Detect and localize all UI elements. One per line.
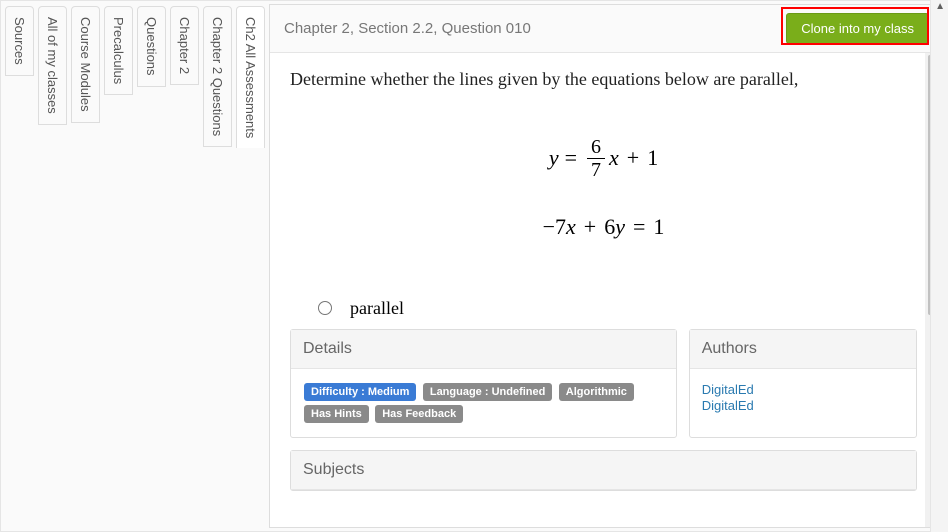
author-link-1[interactable]: DigitalEd xyxy=(702,382,904,397)
eq1-const: 1 xyxy=(647,144,658,173)
tab-chapter-2[interactable]: Chapter 2 xyxy=(170,6,199,85)
breadcrumb-tabs: Sources All of my classes Course Modules… xyxy=(1,1,269,531)
question-title: Chapter 2, Section 2.2, Question 010 xyxy=(284,20,531,37)
tab-ch2-all-assessments[interactable]: Ch2 All Assessments xyxy=(236,6,265,148)
details-body: Difficulty : Medium Language : Undefined… xyxy=(291,369,676,437)
eq2-op1: + xyxy=(584,213,596,242)
content-area: Chapter 2, Section 2.2, Question 010 Clo… xyxy=(269,4,944,528)
tab-sources[interactable]: Sources xyxy=(5,6,34,76)
eq2-lhs-var: x xyxy=(566,213,576,242)
eq2-mid-coef: 6 xyxy=(604,213,615,242)
eq1-num: 6 xyxy=(587,136,605,159)
tab-course-modules[interactable]: Course Modules xyxy=(71,6,100,123)
badge-feedback: Has Feedback xyxy=(375,405,463,423)
badge-hints: Has Hints xyxy=(304,405,369,423)
eq2-mid-var: y xyxy=(615,213,625,242)
equation-1: y = 6 7 x + 1 xyxy=(290,130,917,187)
tab-chapter-2-questions[interactable]: Chapter 2 Questions xyxy=(203,6,232,147)
eq2-rhs: 1 xyxy=(653,213,664,242)
question-header: Chapter 2, Section 2.2, Question 010 Clo… xyxy=(270,5,943,53)
eq1-lhs: y xyxy=(549,144,559,173)
answer-option-parallel[interactable]: parallel xyxy=(318,298,917,319)
tab-questions[interactable]: Questions xyxy=(137,6,166,87)
scroll-up-arrow-icon[interactable]: ▲ xyxy=(935,1,945,12)
authors-body: DigitalEd DigitalEd xyxy=(690,369,916,426)
eq1-op: + xyxy=(627,144,639,173)
eq1-var: x xyxy=(609,144,619,173)
tab-precalculus[interactable]: Precalculus xyxy=(104,6,133,95)
radio-parallel[interactable] xyxy=(318,301,332,315)
badge-difficulty: Difficulty : Medium xyxy=(304,383,416,401)
authors-panel: Authors DigitalEd DigitalEd xyxy=(689,329,917,438)
equation-2: −7 x + 6 y = 1 xyxy=(290,207,917,248)
details-header: Details xyxy=(291,330,676,369)
badge-language: Language : Undefined xyxy=(423,383,553,401)
eq1-fraction: 6 7 xyxy=(587,136,605,181)
question-prompt: Determine whether the lines given by the… xyxy=(290,69,917,90)
clone-into-class-button[interactable]: Clone into my class xyxy=(786,13,929,44)
eq2-eq: = xyxy=(633,213,645,242)
eq2-lhs-coef: −7 xyxy=(543,213,566,242)
tab-all-my-classes[interactable]: All of my classes xyxy=(38,6,67,125)
main-container: Sources All of my classes Course Modules… xyxy=(0,0,948,532)
subjects-header: Subjects xyxy=(291,451,916,490)
badge-algorithmic: Algorithmic xyxy=(559,383,634,401)
subjects-panel: Subjects xyxy=(290,450,917,491)
author-link-2[interactable]: DigitalEd xyxy=(702,398,904,413)
authors-header: Authors xyxy=(690,330,916,369)
eq1-den: 7 xyxy=(587,159,605,181)
details-panel: Details Difficulty : Medium Language : U… xyxy=(290,329,677,438)
option-label: parallel xyxy=(350,298,404,319)
info-panels: Details Difficulty : Medium Language : U… xyxy=(290,329,917,438)
question-body: Determine whether the lines given by the… xyxy=(270,53,943,527)
outer-scrollbar[interactable]: ▲ xyxy=(930,0,948,532)
